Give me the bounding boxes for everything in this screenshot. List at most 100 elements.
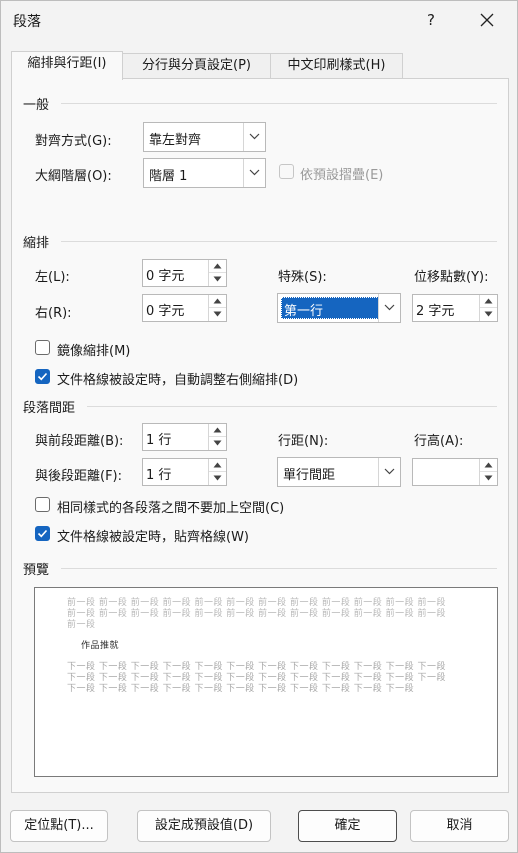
mirror-indents-label: 鏡像縮排(M) (57, 344, 131, 359)
indentation-divider (61, 241, 497, 242)
preview-previous-line: 前一段 (67, 620, 96, 630)
triangle-down-icon (213, 311, 222, 317)
chevron-down-icon (384, 304, 395, 311)
indent-by-spinner[interactable]: 2 字元 (412, 294, 498, 322)
space-before-value: 1 行 (146, 433, 172, 448)
special-indent-select[interactable]: 第一行 (277, 293, 401, 323)
triangle-down-icon (213, 440, 222, 446)
indent-by-label: 位移點數(Y): (414, 270, 489, 285)
special-indent-label: 特殊(S): (278, 270, 327, 285)
paragraph-dialog: 段落 ? 縮排與行距(I) 分行與分頁設定(P) 中文印刷樣式(H) 一般 對齊… (0, 0, 518, 853)
preview-previous-line: 前一段 前一段 前一段 前一段 前一段 前一段 前一段 前一段 前一段 前一段 … (67, 598, 446, 608)
triangle-down-icon (213, 475, 222, 481)
preview-heading: 預覽 (23, 563, 50, 578)
tab-indents-spacing[interactable]: 縮排與行距(I) (11, 51, 123, 80)
triangle-down-icon (484, 311, 493, 317)
space-after-spin-buttons (208, 459, 226, 485)
space-after-value: 1 行 (146, 468, 172, 483)
ok-button[interactable]: 確定 (298, 810, 397, 842)
triangle-down-icon (213, 276, 222, 282)
no-space-same-style-label: 相同樣式的各段落之間不要加上空間(C) (57, 501, 285, 516)
triangle-down-icon (484, 475, 493, 481)
tabs-button-label: 定位點(T)... (24, 818, 94, 833)
collapse-default-checkbox[interactable] (279, 164, 294, 179)
indent-right-increment[interactable] (209, 295, 226, 308)
checkmark-icon (37, 372, 48, 381)
tabs-button[interactable]: 定位點(T)... (10, 810, 108, 842)
preview-box: 前一段 前一段 前一段 前一段 前一段 前一段 前一段 前一段 前一段 前一段 … (34, 587, 498, 777)
space-before-spinner[interactable]: 1 行 (142, 423, 227, 451)
outline-level-dropdown-arrow[interactable] (243, 159, 265, 187)
close-icon[interactable] (469, 7, 505, 33)
preview-next-line: 下一段 下一段 下一段 下一段 下一段 下一段 下一段 下一段 下一段 下一段 … (67, 673, 446, 683)
indent-by-increment[interactable] (480, 295, 497, 308)
triangle-up-icon (213, 462, 222, 468)
line-spacing-at-decrement[interactable] (480, 472, 497, 485)
indent-left-value: 0 字元 (146, 269, 185, 284)
title-bar: 段落 ? (1, 1, 517, 39)
space-after-increment[interactable] (209, 459, 226, 472)
preview-next-line: 下一段 下一段 下一段 下一段 下一段 下一段 下一段 下一段 下一段 下一段 … (67, 684, 415, 694)
general-heading: 一般 (23, 98, 50, 113)
indent-left-decrement[interactable] (209, 273, 226, 286)
set-as-default-button-label: 設定成預設值(D) (154, 818, 254, 833)
line-spacing-at-spin-buttons (479, 459, 497, 485)
indent-by-value: 2 字元 (416, 304, 455, 319)
special-indent-dropdown-arrow[interactable] (378, 294, 400, 322)
indent-left-label: 左(L): (35, 270, 70, 285)
chevron-down-icon (384, 468, 395, 475)
alignment-label: 對齊方式(G): (35, 134, 112, 149)
line-spacing-label: 行距(N): (278, 434, 329, 449)
space-after-decrement[interactable] (209, 472, 226, 485)
line-spacing-dropdown-arrow[interactable] (378, 458, 400, 486)
outline-level-value: 階層 1 (149, 169, 188, 184)
cancel-button[interactable]: 取消 (410, 810, 509, 842)
space-before-increment[interactable] (209, 424, 226, 437)
special-indent-value: 第一行 (284, 304, 324, 319)
triangle-up-icon (484, 462, 493, 468)
line-spacing-select[interactable]: 單行間距 (277, 457, 401, 487)
alignment-value: 靠左對齊 (149, 133, 202, 148)
mirror-indents-checkbox[interactable] (35, 340, 50, 355)
spacing-divider (87, 406, 497, 407)
triangle-up-icon (213, 298, 222, 304)
auto-adjust-indent-checkbox[interactable] (35, 369, 50, 384)
indent-left-increment[interactable] (209, 260, 226, 273)
space-before-label: 與前段距離(B): (35, 434, 124, 449)
triangle-up-icon (213, 263, 222, 269)
indent-right-spinner[interactable]: 0 字元 (142, 294, 227, 322)
auto-adjust-indent-label: 文件格線被設定時，自動調整右側縮排(D) (57, 373, 299, 388)
preview-next-line: 下一段 下一段 下一段 下一段 下一段 下一段 下一段 下一段 下一段 下一段 … (67, 662, 446, 672)
line-spacing-at-increment[interactable] (480, 459, 497, 472)
indent-left-spin-buttons (208, 260, 226, 286)
checkmark-icon (37, 529, 48, 538)
line-spacing-at-label: 行高(A): (414, 434, 464, 449)
indent-right-value: 0 字元 (146, 304, 185, 319)
preview-sample-text: 作品推就 (81, 641, 120, 651)
tab-line-page-breaks[interactable]: 分行與分頁設定(P) (122, 53, 271, 79)
general-divider (61, 103, 497, 104)
tab-asian-typography[interactable]: 中文印刷樣式(H) (270, 53, 403, 79)
collapse-default-label: 依預設摺疊(E) (300, 168, 384, 183)
snap-to-grid-label: 文件格線被設定時，貼齊格線(W) (57, 530, 249, 545)
triangle-up-icon (213, 427, 222, 433)
alignment-select[interactable]: 靠左對齊 (143, 122, 266, 152)
alignment-dropdown-arrow[interactable] (243, 123, 265, 151)
indent-left-spinner[interactable]: 0 字元 (142, 259, 227, 287)
space-after-label: 與後段距離(F): (35, 469, 123, 484)
no-space-same-style-checkbox[interactable] (35, 497, 50, 512)
space-before-decrement[interactable] (209, 437, 226, 450)
line-spacing-at-spinner[interactable] (412, 458, 498, 486)
preview-divider (61, 568, 497, 569)
indent-by-decrement[interactable] (480, 308, 497, 321)
help-icon[interactable]: ? (413, 7, 449, 33)
tab-indents-spacing-label: 縮排與行距(I) (27, 56, 107, 71)
set-as-default-button[interactable]: 設定成預設值(D) (137, 810, 271, 842)
outline-level-select[interactable]: 階層 1 (143, 158, 266, 188)
indent-right-decrement[interactable] (209, 308, 226, 321)
line-spacing-value: 單行間距 (283, 468, 336, 483)
space-after-spinner[interactable]: 1 行 (142, 458, 227, 486)
space-before-spin-buttons (208, 424, 226, 450)
indentation-heading: 縮排 (23, 236, 50, 251)
snap-to-grid-checkbox[interactable] (35, 526, 50, 541)
